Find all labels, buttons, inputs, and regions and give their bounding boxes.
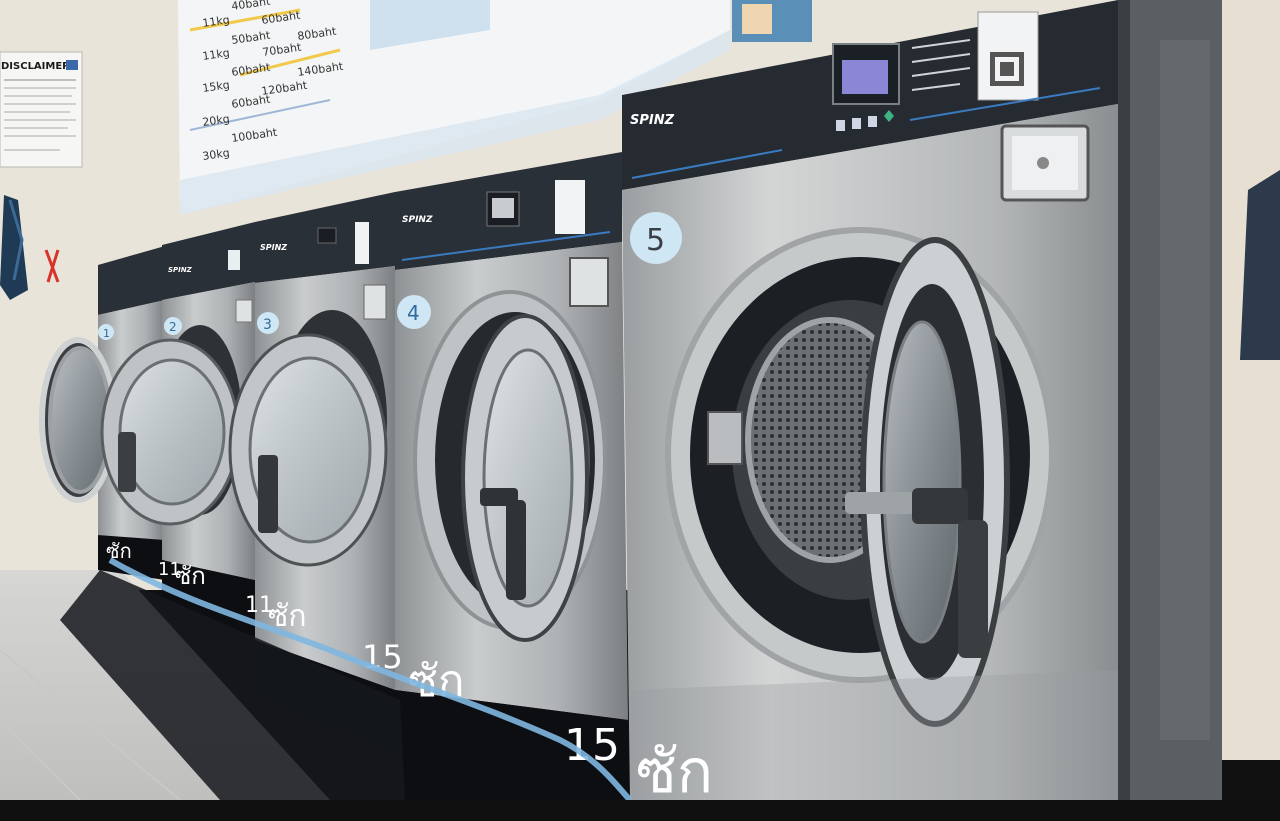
washer-1-base-word: ซัก <box>106 539 132 563</box>
laundromat-photo: 11kg 40baht 11kg 50baht 15kg 60baht 20kg… <box>0 0 1280 821</box>
washer-4-number: 4 <box>407 301 420 325</box>
washer-4: SPINZ 4 15 ซัก <box>362 152 630 800</box>
washer-1-number: 1 <box>103 327 110 340</box>
washer-5-brand: SPINZ <box>630 113 675 128</box>
washer-4-brand: SPINZ <box>402 215 433 225</box>
washer-5-number: 5 <box>646 223 665 258</box>
disclaimer-sign: DISCLAIMER <box>0 51 83 168</box>
disclaimer-title: DISCLAIMER <box>1 61 70 72</box>
washer-5-button-1[interactable] <box>836 120 845 131</box>
washer-1-door[interactable] <box>48 346 112 494</box>
bottom-bar <box>0 800 1280 821</box>
washer-2-number: 2 <box>169 320 177 334</box>
washer-3-brand: SPINZ <box>260 243 287 252</box>
washer-5: SPINZ 5 15 ซัก <box>564 0 1118 807</box>
washer-5-button-3[interactable] <box>868 116 877 127</box>
washer-2-brand: SPINZ <box>168 266 193 274</box>
washer-5-button-2[interactable] <box>852 118 861 129</box>
washer-3-number: 3 <box>263 317 272 333</box>
washer-5-door-handle[interactable] <box>912 488 968 524</box>
washer-5-base-word: ซัก <box>636 737 713 807</box>
washer-2-base-word: ซัก <box>175 562 206 590</box>
right-wall <box>1220 0 1280 760</box>
